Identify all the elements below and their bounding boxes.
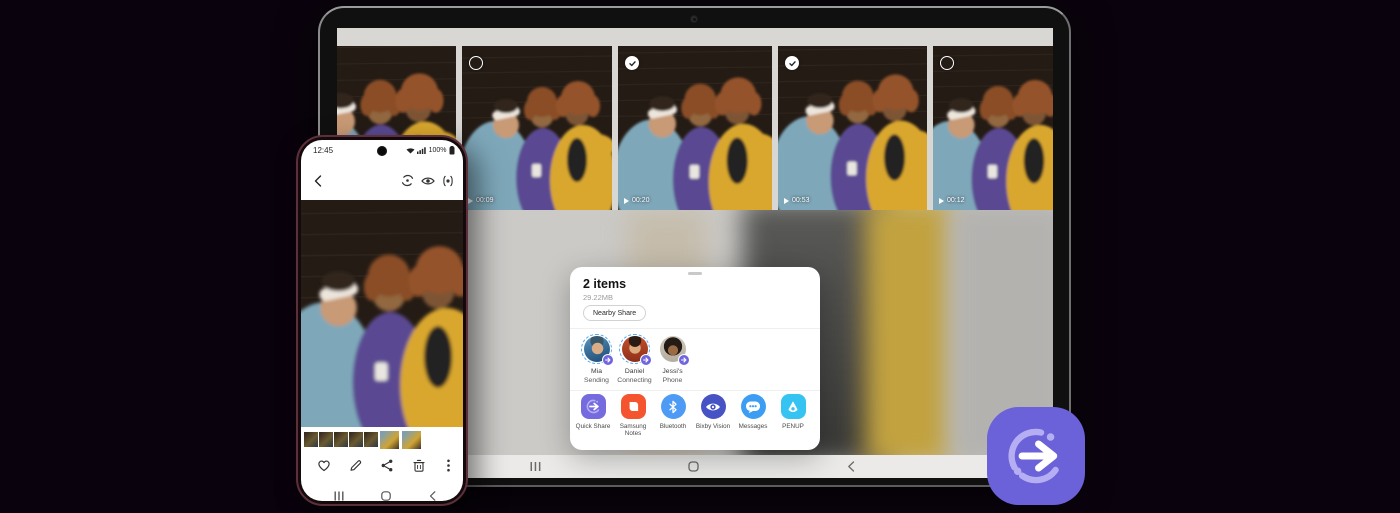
nearby-share-button[interactable]: Nearby Share — [583, 305, 646, 321]
favorite-heart-icon[interactable] — [317, 459, 331, 477]
quick-share-logo-icon — [987, 407, 1085, 505]
back-icon[interactable] — [429, 488, 436, 501]
front-camera-icon — [690, 15, 698, 23]
phone: 12:45 100% — [296, 135, 468, 506]
delete-trash-icon[interactable] — [413, 459, 425, 477]
status-bar: 12:45 100% — [301, 145, 463, 157]
select-circle-icon[interactable] — [469, 56, 483, 70]
play-icon — [939, 198, 944, 204]
wifi-icon — [406, 147, 415, 154]
app-quick-share[interactable]: Quick Share — [573, 394, 613, 438]
bluetooth-icon — [661, 394, 686, 419]
duration-text: 00:09 — [476, 197, 494, 204]
signal-icon — [417, 147, 426, 154]
divider — [570, 390, 820, 391]
front-camera-icon — [377, 146, 387, 156]
contact-target-daniel[interactable]: Daniel Connecting — [616, 333, 653, 385]
samsung-notes-icon — [621, 394, 646, 419]
filmstrip-thumb[interactable] — [304, 432, 318, 447]
contact-targets-row: Mia Sending Daniel Con — [578, 333, 692, 385]
battery-percent: 100% — [429, 147, 447, 154]
home-icon[interactable] — [688, 461, 699, 472]
filmstrip-thumb[interactable] — [364, 432, 378, 447]
share-sheet-title: 2 items — [583, 277, 626, 291]
back-icon[interactable] — [847, 461, 855, 472]
filmstrip-thumb[interactable] — [349, 432, 363, 447]
messages-icon — [741, 394, 766, 419]
quick-share-badge-icon — [640, 354, 652, 366]
penup-icon — [781, 394, 806, 419]
contact-name: Jessi's — [662, 368, 682, 377]
play-icon — [468, 198, 473, 204]
share-sheet: 2 items 29.22MB Nearby Share — [570, 267, 820, 450]
duration-text: 00:20 — [632, 197, 650, 204]
quick-share-badge-icon — [602, 354, 614, 366]
duration-text: 00:53 — [792, 197, 810, 204]
contact-target-mia[interactable]: Mia Sending — [578, 333, 615, 385]
contact-status: Connecting — [617, 377, 651, 386]
drag-handle[interactable] — [688, 272, 702, 275]
battery-icon — [449, 146, 455, 155]
home-icon[interactable] — [381, 488, 391, 501]
quick-share-icon — [581, 394, 606, 419]
app-bluetooth[interactable]: Bluetooth — [653, 394, 693, 438]
app-penup[interactable]: PENUP — [773, 394, 813, 438]
app-messages[interactable]: Messages — [733, 394, 773, 438]
contact-name: Mia — [591, 368, 602, 377]
photo-toolbar — [301, 170, 463, 192]
video-duration: 00:09 — [468, 197, 494, 204]
app-samsung-notes[interactable]: Samsung Notes — [613, 394, 653, 438]
motion-photo-icon[interactable] — [442, 175, 454, 187]
filmstrip-thumb-selected[interactable] — [379, 430, 400, 450]
selected-check-icon[interactable] — [625, 56, 639, 70]
more-kebab-icon[interactable] — [447, 459, 450, 477]
share-sheet-size: 29.22MB — [583, 293, 613, 302]
contact-target-jessi[interactable]: Jessi's Phone — [654, 333, 691, 385]
stage: 00:09 00:20 00:53 — [0, 0, 1400, 513]
gallery-thumbnail[interactable]: 00:53 — [778, 46, 927, 210]
contact-status: Sending — [584, 377, 609, 386]
divider — [570, 328, 820, 329]
duration-text: 00:12 — [947, 197, 965, 204]
action-bar — [301, 456, 463, 478]
play-icon — [624, 198, 629, 204]
select-circle-icon[interactable] — [940, 56, 954, 70]
contact-status: Phone — [663, 377, 683, 386]
phone-screen: 12:45 100% — [301, 140, 463, 501]
gallery-thumbnail[interactable]: 00:12 — [933, 46, 1053, 210]
filmstrip-thumb[interactable] — [334, 432, 348, 447]
share-icon[interactable] — [381, 459, 393, 477]
app-bixby-vision[interactable]: Bixby Vision — [693, 394, 733, 438]
quick-share-badge-icon — [678, 354, 690, 366]
share-apps-row: Quick Share Samsung Notes Bluetooth — [573, 394, 820, 438]
video-duration: 00:20 — [624, 197, 650, 204]
gallery-thumbnail[interactable]: 00:09 — [462, 46, 612, 210]
recents-icon[interactable] — [530, 461, 541, 472]
photo-view[interactable] — [301, 200, 463, 427]
filmstrip — [304, 429, 422, 450]
filmstrip-thumb-selected[interactable] — [401, 430, 422, 450]
bixby-vision-icon — [701, 394, 726, 419]
rotate-icon[interactable] — [401, 174, 414, 187]
contact-name: Daniel — [625, 368, 644, 377]
play-icon — [784, 198, 789, 204]
filmstrip-thumb[interactable] — [319, 432, 333, 447]
recents-icon[interactable] — [334, 488, 344, 501]
back-icon[interactable] — [314, 174, 322, 192]
eye-icon[interactable] — [421, 176, 435, 186]
gallery-thumbnail[interactable]: 00:20 — [618, 46, 772, 210]
edit-pencil-icon[interactable] — [349, 459, 362, 477]
selected-check-icon[interactable] — [785, 56, 799, 70]
video-duration: 00:12 — [939, 197, 965, 204]
app-contacts[interactable]: Contacts — [813, 394, 820, 438]
clock: 12:45 — [313, 146, 333, 155]
phone-nav-bar — [301, 485, 463, 501]
video-duration: 00:53 — [784, 197, 810, 204]
